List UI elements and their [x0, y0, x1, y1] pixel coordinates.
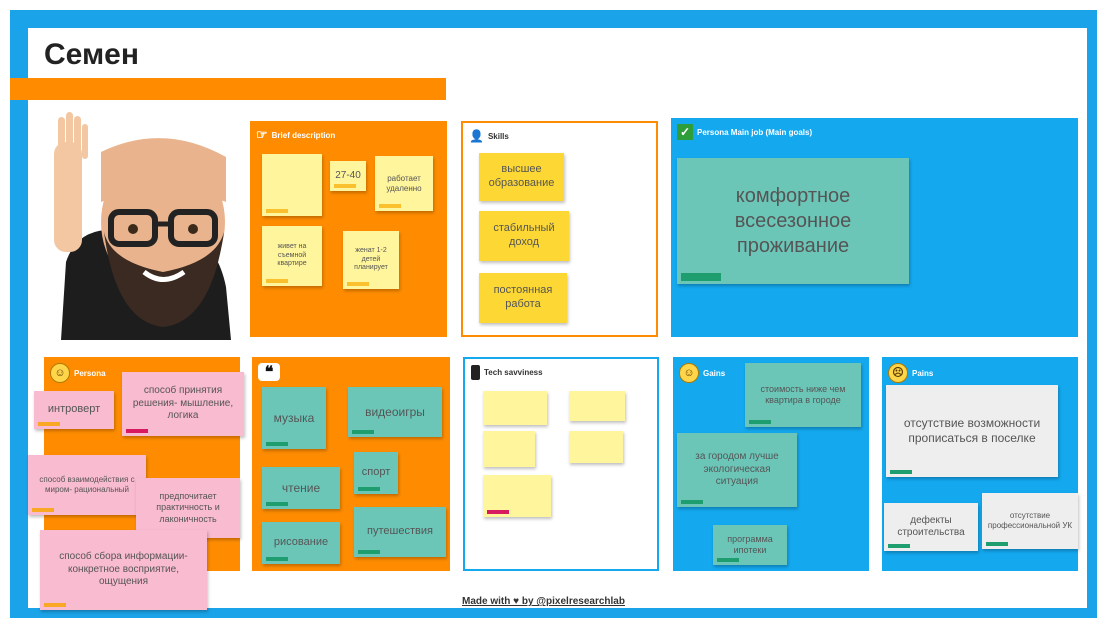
footer-credit-link[interactable]: Made with ♥ by @pixelresearchlab	[462, 596, 625, 607]
smiley-icon: ☺	[679, 363, 699, 383]
pains-note[interactable]: отсутствие возможности прописаться в пос…	[886, 385, 1058, 477]
personality-note[interactable]: интроверт	[34, 391, 114, 429]
tech-note[interactable]	[483, 391, 547, 425]
skills-note[interactable]: стабильный доход	[479, 211, 569, 261]
personality-note[interactable]: способ взаимодействия с миром- рациональ…	[28, 455, 146, 515]
personality-title: Persona	[74, 368, 106, 378]
tech-note[interactable]	[483, 475, 551, 517]
brief-note[interactable]: 27-40	[330, 161, 366, 191]
tech-note[interactable]	[483, 431, 535, 467]
checkmark-icon: ✓	[677, 124, 693, 140]
skills-title: Skills	[487, 131, 509, 141]
gains-note[interactable]: программа ипотеки	[713, 525, 787, 565]
gains-panel: ☺ Gains стоимость ниже чем квартира в гор…	[673, 357, 869, 571]
brief-note[interactable]: живет на съемной квартире	[262, 226, 322, 286]
brief-note[interactable]	[262, 154, 322, 216]
page-title: Семен	[44, 38, 139, 71]
frame-border	[10, 10, 28, 618]
goals-panel: ✓ Persona Main job (Main goals) комфортно…	[671, 118, 1078, 337]
goals-note[interactable]: комфортное всесезонное проживание	[677, 158, 909, 284]
avatar	[54, 112, 231, 340]
tech-note[interactable]	[569, 431, 623, 463]
pains-note[interactable]: отсутствие профессиональной УК	[982, 493, 1078, 549]
pointing-hand-icon: ☞	[256, 127, 268, 142]
gains-title: Gains	[703, 368, 726, 378]
pains-panel: ☹ Pains отсутствие возможности прописатьс…	[882, 357, 1078, 571]
hobby-note[interactable]: рисование	[262, 522, 340, 564]
hobby-note[interactable]: видеоигры	[348, 387, 442, 437]
smiley-icon: ☺	[50, 363, 70, 383]
title-underline	[10, 78, 446, 100]
personality-note[interactable]: способ принятия решения- мышление, логик…	[122, 372, 244, 436]
tech-note[interactable]	[569, 391, 625, 421]
hobbies-panel: ❝ музыка видеоигры чтение спорт рисовани…	[252, 357, 450, 571]
persona-board: Семен ☞ Brief description 27-40 работает …	[0, 0, 1107, 628]
frame-border	[1087, 10, 1097, 618]
hobby-note[interactable]: чтение	[262, 467, 340, 509]
skills-panel: 👤 Skills высшее образование стабильный до…	[461, 121, 658, 337]
hobby-note[interactable]: путешествия	[354, 507, 446, 557]
hobby-note[interactable]: спорт	[354, 452, 398, 494]
frame-border	[10, 10, 1097, 28]
user-icon: 👤	[469, 129, 484, 143]
quote-icon: ❝	[258, 363, 280, 381]
pains-title: Pains	[912, 368, 934, 378]
phone-icon	[471, 365, 480, 380]
brief-title: Brief description	[271, 130, 336, 140]
goals-title: Persona Main job (Main goals)	[697, 127, 813, 137]
tech-title: Tech savviness	[484, 368, 543, 377]
gains-note[interactable]: за городом лучше экологическая ситуация	[677, 433, 797, 507]
gains-note[interactable]: стоимость ниже чем квартира в городе	[745, 363, 861, 427]
brief-panel: ☞ Brief description 27-40 работает удален…	[250, 121, 447, 337]
skills-note[interactable]: постоянная работа	[479, 273, 567, 323]
hobby-note[interactable]: музыка	[262, 387, 326, 449]
skills-note[interactable]: высшее образование	[479, 153, 564, 201]
pains-note[interactable]: дефекты строительства	[884, 503, 978, 551]
brief-note[interactable]: женат 1-2 детей планирует	[343, 231, 399, 289]
personality-note[interactable]: предпочитает практичность и лаконичность	[136, 478, 240, 538]
brief-note[interactable]: работает удаленно	[375, 156, 433, 211]
tech-panel: Tech savviness	[463, 357, 659, 571]
personality-note[interactable]: способ сбора информации- конкретное восп…	[40, 530, 207, 610]
sad-face-icon: ☹	[888, 363, 908, 383]
